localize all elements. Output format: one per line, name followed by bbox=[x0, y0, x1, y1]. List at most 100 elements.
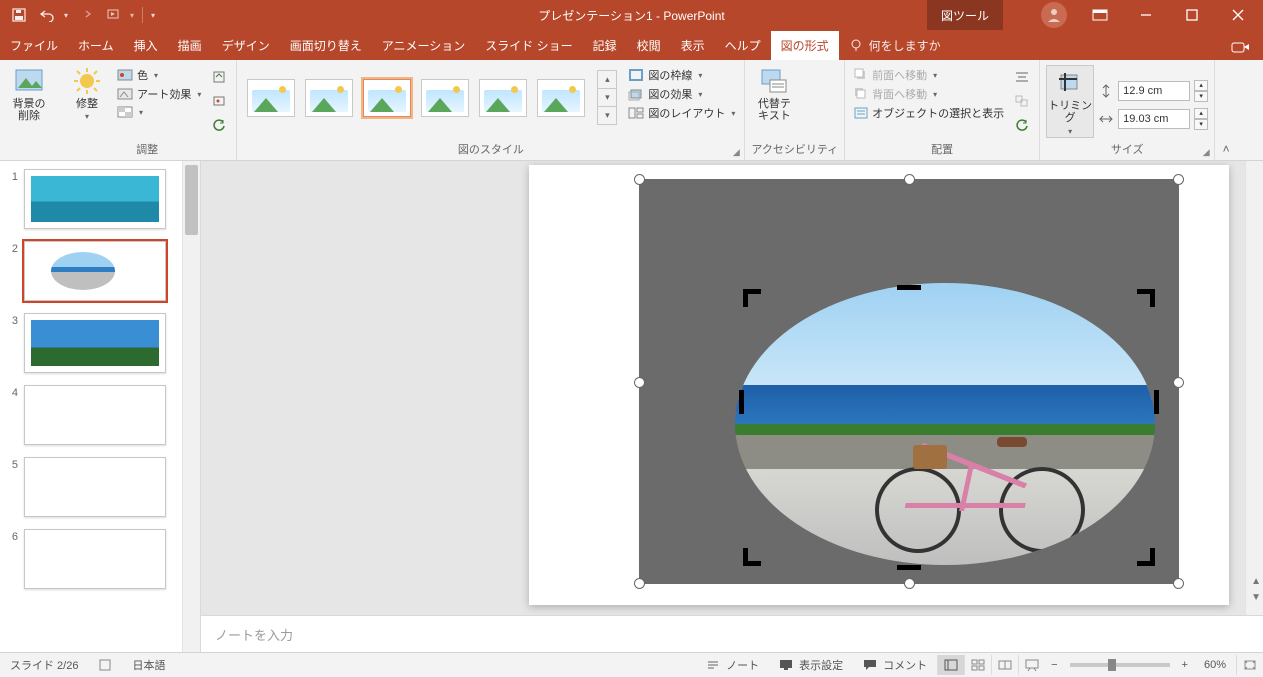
styles-dialog-launcher[interactable]: ◢ bbox=[730, 146, 742, 158]
resize-handle[interactable] bbox=[904, 578, 915, 589]
zoom-slider[interactable] bbox=[1070, 663, 1170, 667]
tab-slideshow[interactable]: スライド ショー bbox=[475, 31, 582, 60]
fit-to-window-button[interactable] bbox=[1236, 655, 1263, 675]
rotate-button[interactable] bbox=[1011, 114, 1033, 136]
tab-design[interactable]: デザイン bbox=[212, 31, 280, 60]
picture-border-button[interactable]: 図の枠線▾ bbox=[625, 66, 738, 84]
crop-handle[interactable] bbox=[897, 565, 921, 570]
style-item[interactable] bbox=[421, 79, 469, 117]
editor-scrollbar[interactable]: ▲ ▼ bbox=[1245, 161, 1263, 615]
resize-handle[interactable] bbox=[1173, 377, 1184, 388]
notes-pane[interactable]: ノートを入力 bbox=[201, 615, 1263, 652]
slide-thumbnail[interactable]: 6 bbox=[4, 529, 178, 589]
crop-handle[interactable] bbox=[1150, 548, 1155, 566]
corrections-button[interactable]: 修整▾ bbox=[64, 64, 110, 122]
account-avatar[interactable] bbox=[1041, 2, 1067, 28]
compress-pictures-button[interactable] bbox=[208, 66, 230, 88]
crop-handle[interactable] bbox=[739, 390, 744, 414]
resize-handle[interactable] bbox=[634, 377, 645, 388]
crop-handle[interactable] bbox=[1150, 289, 1155, 307]
gallery-more-button[interactable]: ▴▾▾ bbox=[597, 70, 617, 125]
tab-view[interactable]: 表示 bbox=[671, 31, 715, 60]
artistic-effects-button[interactable]: アート効果▾ bbox=[114, 85, 204, 103]
align-button[interactable] bbox=[1011, 66, 1033, 88]
style-item-selected[interactable] bbox=[363, 79, 411, 117]
slide-thumbnail[interactable]: 4 bbox=[4, 385, 178, 445]
resize-handle[interactable] bbox=[1173, 174, 1184, 185]
crop-handle[interactable] bbox=[743, 289, 748, 307]
slide-thumbnail-selected[interactable]: 2 bbox=[4, 241, 178, 301]
crop-handle[interactable] bbox=[743, 548, 748, 566]
undo-dropdown-icon[interactable]: ▾ bbox=[64, 11, 68, 20]
style-item[interactable] bbox=[479, 79, 527, 117]
slide-sorter-view-button[interactable] bbox=[964, 655, 991, 675]
remove-background-button[interactable]: 背景の削除 bbox=[6, 64, 52, 122]
save-icon[interactable] bbox=[8, 4, 30, 26]
normal-view-button[interactable] bbox=[937, 655, 964, 675]
ribbon-display-options-icon[interactable] bbox=[1079, 0, 1121, 30]
redo-icon[interactable] bbox=[74, 4, 96, 26]
tab-record[interactable]: 記録 bbox=[583, 31, 627, 60]
color-button[interactable]: 色▾ bbox=[114, 66, 204, 84]
tab-home[interactable]: ホーム bbox=[68, 31, 124, 60]
slideshow-view-button[interactable] bbox=[1018, 655, 1045, 675]
tab-file[interactable]: ファイル bbox=[0, 31, 68, 60]
next-slide-button[interactable]: ▼ bbox=[1251, 592, 1261, 603]
selection-pane-button[interactable]: オブジェクトの選択と表示 bbox=[851, 104, 1007, 122]
crop-handle[interactable] bbox=[897, 285, 921, 290]
resize-handle[interactable] bbox=[1173, 578, 1184, 589]
send-backward-button[interactable]: 背面へ移動▾ bbox=[851, 85, 1007, 103]
reading-view-button[interactable] bbox=[991, 655, 1018, 675]
transparency-button[interactable]: ▾ bbox=[114, 104, 204, 120]
crop-button[interactable]: トリミング▾ bbox=[1046, 65, 1094, 137]
qat-dropdown-icon[interactable]: ▾ bbox=[130, 11, 134, 20]
collapse-ribbon-button[interactable]: ˄ bbox=[1215, 60, 1237, 160]
alt-text-button[interactable]: 代替テキスト bbox=[751, 64, 797, 122]
start-from-beginning-icon[interactable] bbox=[102, 4, 124, 26]
slide-thumbnail[interactable]: 1 bbox=[4, 169, 178, 229]
tell-me-search[interactable]: 何をしますか bbox=[839, 31, 951, 60]
comments-button[interactable]: コメント bbox=[853, 657, 937, 673]
thumbnails-scrollbar[interactable] bbox=[182, 161, 200, 652]
crop-handle[interactable] bbox=[1154, 390, 1159, 414]
style-item[interactable] bbox=[247, 79, 295, 117]
maximize-button[interactable] bbox=[1171, 0, 1213, 30]
close-button[interactable] bbox=[1217, 0, 1259, 30]
tab-review[interactable]: 校閲 bbox=[627, 31, 671, 60]
share-button[interactable] bbox=[1217, 34, 1263, 60]
group-objects-button[interactable] bbox=[1011, 90, 1033, 112]
picture-styles-gallery[interactable]: ▴▾▾ bbox=[243, 64, 621, 131]
tab-draw[interactable]: 描画 bbox=[168, 31, 212, 60]
tab-help[interactable]: ヘルプ bbox=[715, 31, 771, 60]
resize-handle[interactable] bbox=[904, 174, 915, 185]
shape-width-input[interactable]: 19.03 cm bbox=[1118, 109, 1190, 129]
resize-handle[interactable] bbox=[634, 174, 645, 185]
display-settings-button[interactable]: 表示設定 bbox=[769, 657, 853, 673]
tab-transitions[interactable]: 画面切り替え bbox=[280, 31, 372, 60]
qat-customize-icon[interactable]: ▾ bbox=[151, 11, 155, 20]
picture-effects-button[interactable]: 図の効果▾ bbox=[625, 85, 738, 103]
minimize-button[interactable] bbox=[1125, 0, 1167, 30]
zoom-in-button[interactable]: + bbox=[1176, 659, 1194, 671]
notes-toggle[interactable]: ノート bbox=[696, 657, 769, 673]
reset-picture-button[interactable] bbox=[208, 114, 230, 136]
slide-canvas[interactable]: ▲ ▼ bbox=[201, 161, 1263, 615]
style-item[interactable] bbox=[305, 79, 353, 117]
zoom-out-button[interactable]: − bbox=[1045, 659, 1063, 671]
size-dialog-launcher[interactable]: ◢ bbox=[1200, 146, 1212, 158]
tab-picture-format[interactable]: 図の形式 bbox=[771, 31, 839, 60]
tab-animations[interactable]: アニメーション bbox=[372, 31, 476, 60]
zoom-percentage[interactable]: 60% bbox=[1194, 659, 1236, 671]
picture-layout-button[interactable]: 図のレイアウト▾ bbox=[625, 104, 738, 122]
shape-height-input[interactable]: 12.9 cm bbox=[1118, 81, 1190, 101]
prev-slide-button[interactable]: ▲ bbox=[1251, 576, 1261, 587]
undo-icon[interactable] bbox=[36, 4, 58, 26]
language-indicator[interactable]: 日本語 bbox=[122, 657, 175, 673]
spellcheck-icon[interactable] bbox=[88, 658, 122, 672]
slide-thumbnail[interactable]: 3 bbox=[4, 313, 178, 373]
change-picture-button[interactable] bbox=[208, 90, 230, 112]
width-spinner[interactable]: ▴▾ bbox=[1194, 108, 1208, 130]
slide-thumbnail[interactable]: 5 bbox=[4, 457, 178, 517]
resize-handle[interactable] bbox=[634, 578, 645, 589]
tab-insert[interactable]: 挿入 bbox=[124, 31, 168, 60]
